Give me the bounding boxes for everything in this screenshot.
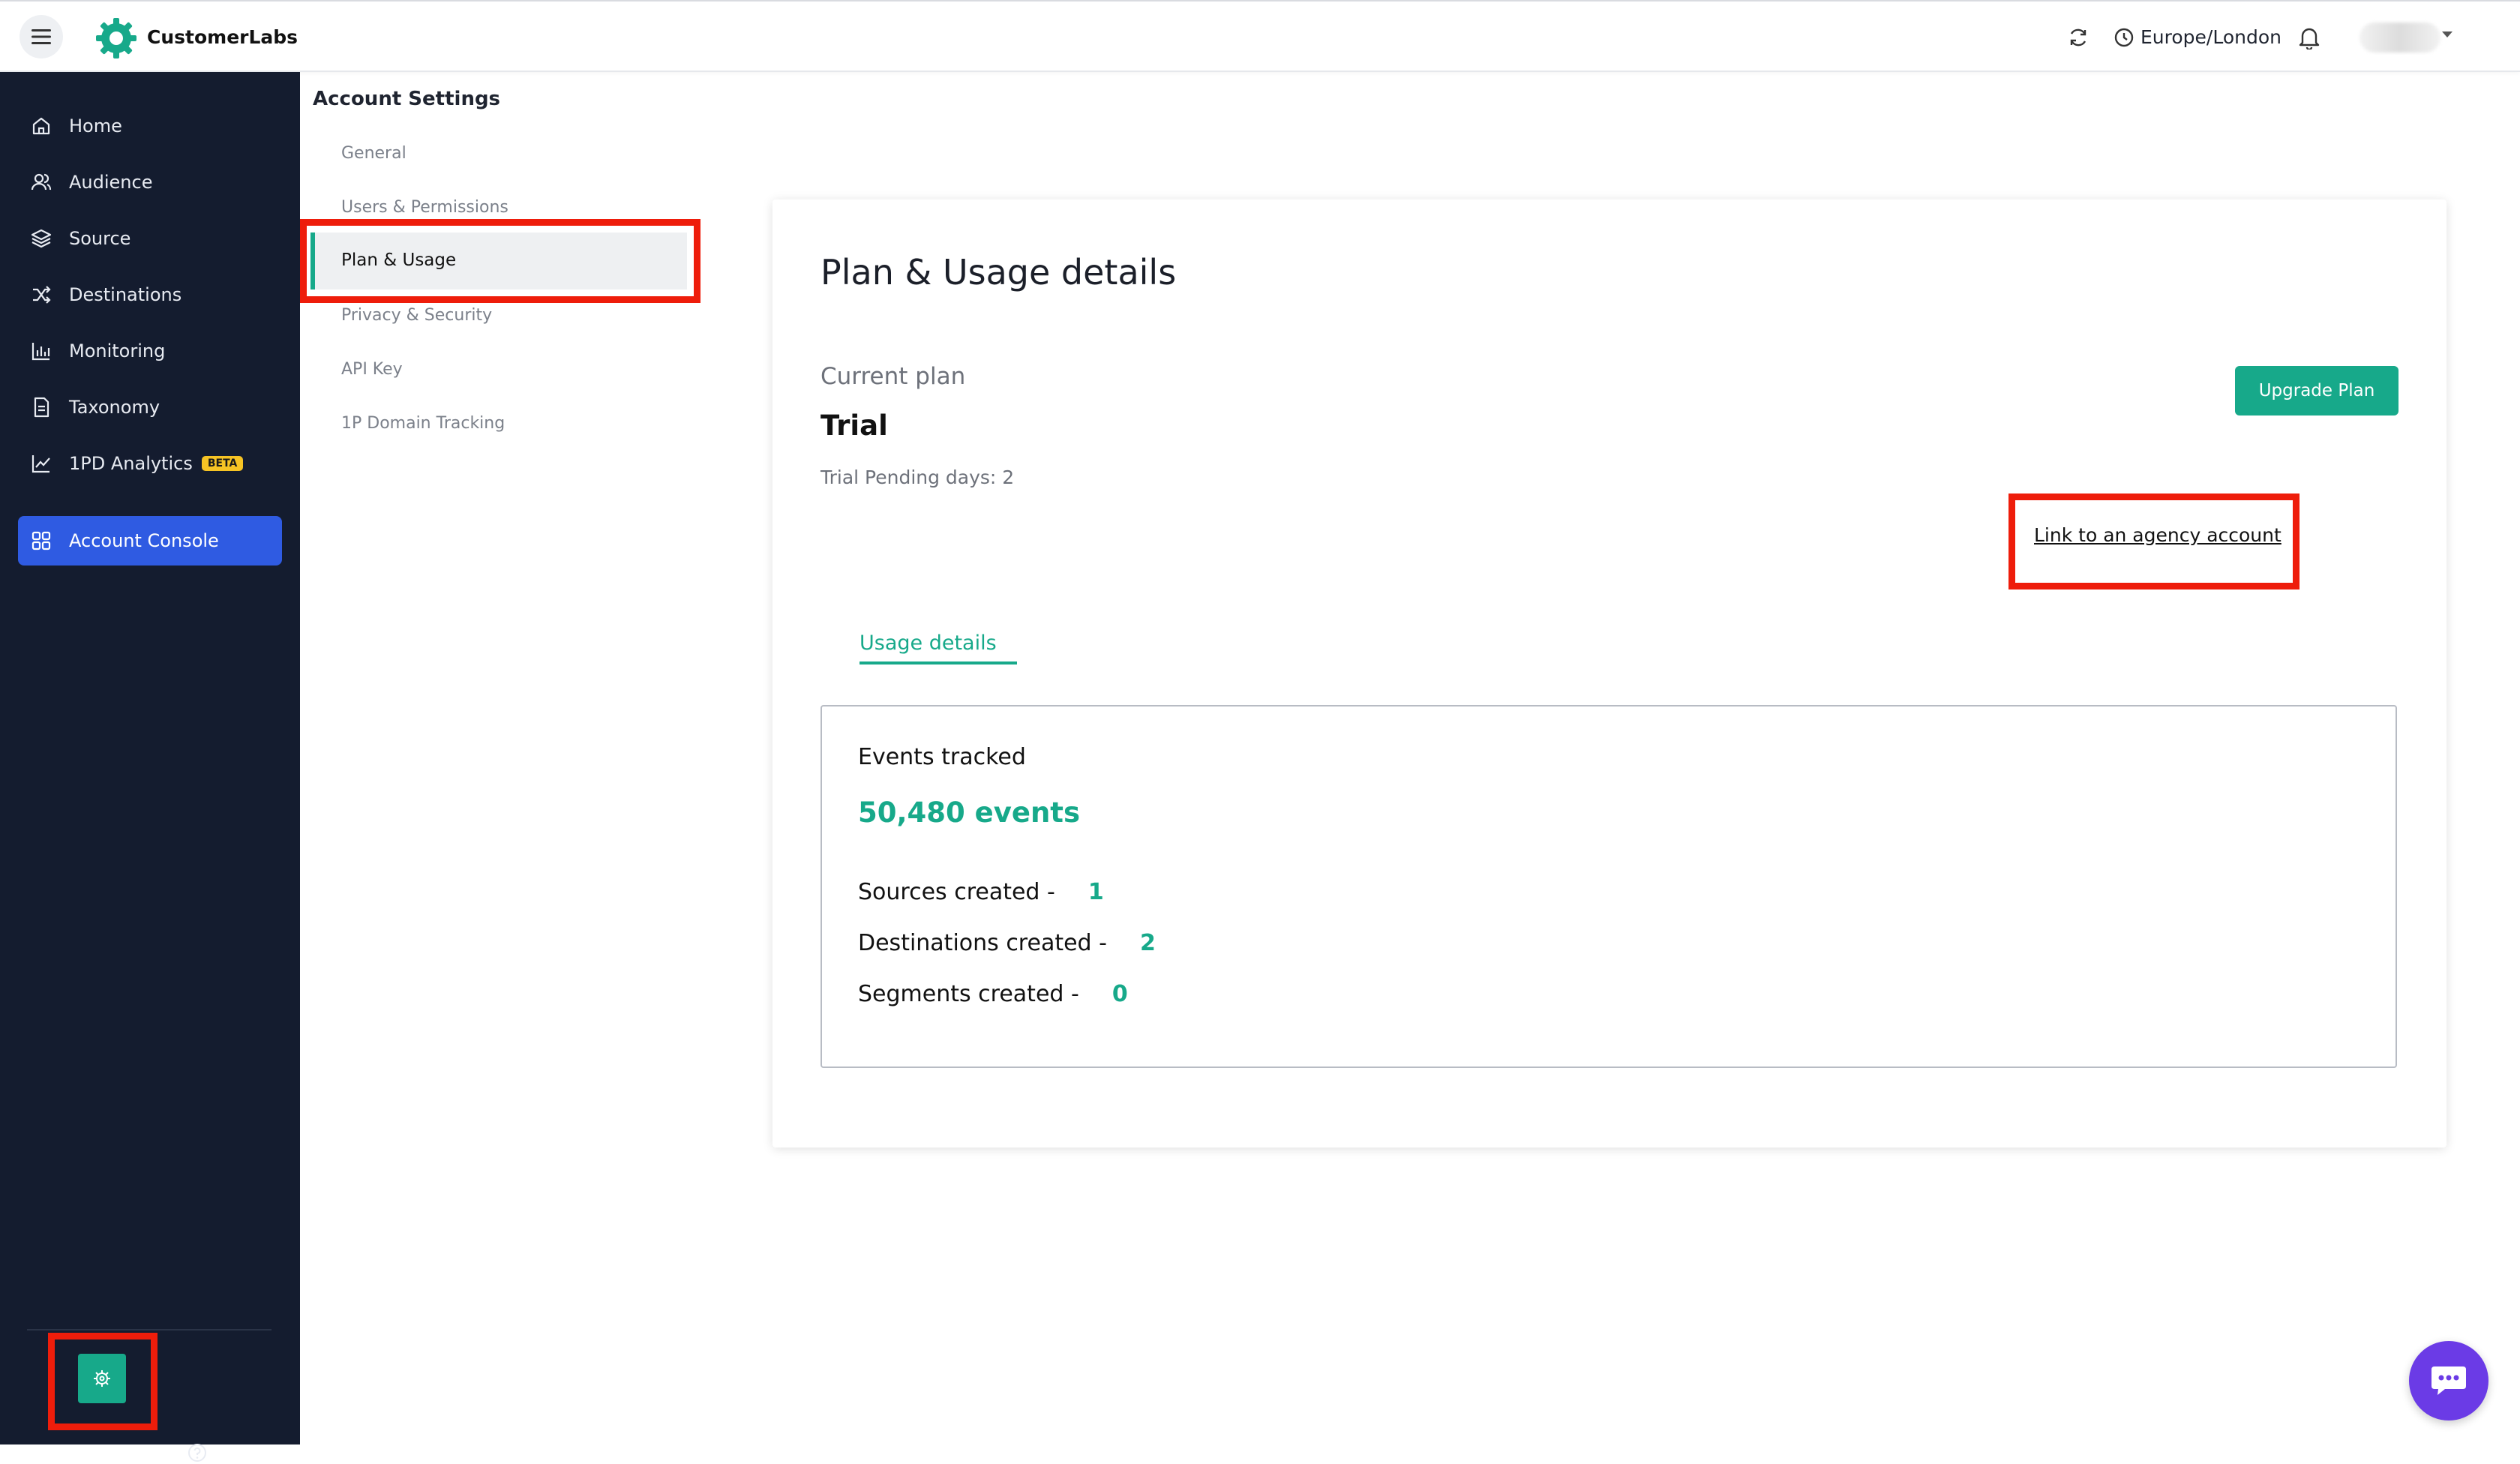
destinations-created-value: 2 [1139, 930, 1156, 956]
segments-created-value: 0 [1112, 981, 1128, 1007]
refresh-icon[interactable] [2067, 26, 2090, 49]
timezone-selector[interactable]: Europe/London [2140, 26, 2282, 48]
clock-icon [2114, 28, 2134, 47]
sidebar: Home Audience Source Destinations Monito… [0, 72, 300, 1462]
plan-name: Trial [820, 410, 888, 442]
sources-created-value: 1 [1088, 879, 1104, 905]
settings-title: Account Settings [313, 88, 501, 110]
settings-item-1p-domain-tracking[interactable]: 1P Domain Tracking [341, 414, 505, 433]
sidebar-item-label: Home [69, 116, 122, 136]
segments-created-label: Segments created - [858, 981, 1079, 1007]
sidebar-item-label: Account Console [69, 530, 219, 551]
settings-item-privacy-security[interactable]: Privacy & Security [341, 306, 492, 325]
settings-item-label: Plan & Usage [341, 250, 457, 270]
sidebar-item-label: Taxonomy [69, 397, 160, 418]
top-header: CustomerLabs Europe/London [0, 0, 2520, 72]
sidebar-item-label: 1PD Analytics [69, 453, 193, 474]
bar-chart-icon [32, 343, 50, 361]
sidebar-item-label: Destinations [69, 284, 182, 305]
settings-button[interactable] [78, 1354, 126, 1403]
plan-usage-card: Plan & Usage details Current plan Trial … [772, 200, 2446, 1148]
sidebar-item-label: Audience [69, 172, 153, 193]
segments-created-row: Segments created - 0 [858, 981, 1128, 1007]
document-icon [34, 397, 50, 418]
page-title: Plan & Usage details [820, 252, 1177, 292]
layers-icon [31, 229, 52, 248]
sidebar-item-label: Source [69, 228, 131, 249]
users-icon [31, 173, 52, 190]
trial-pending-days: Trial Pending days: 2 [820, 466, 1015, 488]
destinations-created-label: Destinations created - [858, 930, 1107, 956]
settings-item-general[interactable]: General [341, 144, 406, 163]
destinations-created-row: Destinations created - 2 [858, 930, 1156, 956]
events-tracked-label: Events tracked [858, 744, 1026, 770]
sidebar-item-source[interactable]: Source [18, 214, 282, 262]
link-agency-account-link[interactable]: Link to an agency account [2034, 524, 2282, 546]
shuffle-icon [33, 286, 51, 304]
settings-item-api-key[interactable]: API Key [341, 360, 403, 379]
chevron-down-icon[interactable] [2442, 32, 2452, 38]
tab-usage-details[interactable]: Usage details [860, 632, 997, 655]
trend-icon [32, 455, 50, 473]
events-tracked-value: 50,480 events [858, 796, 1081, 829]
sidebar-item-monitoring[interactable]: Monitoring [18, 327, 282, 375]
hamburger-icon [32, 29, 51, 44]
user-menu[interactable] [2360, 22, 2440, 52]
sidebar-item-audience[interactable]: Audience [18, 158, 282, 206]
sidebar-divider [27, 1329, 272, 1330]
sidebar-item-account-console[interactable]: Account Console [18, 516, 282, 566]
sidebar-item-label: Monitoring [69, 340, 166, 362]
sidebar-item-taxonomy[interactable]: Taxonomy [18, 383, 282, 431]
upgrade-plan-button[interactable]: Upgrade Plan [2235, 366, 2398, 416]
bell-icon[interactable] [2298, 26, 2320, 50]
sidebar-item-destinations[interactable]: Destinations [18, 271, 282, 319]
current-plan-label: Current plan [820, 363, 966, 390]
home-icon [32, 117, 50, 135]
sidebar-item-home[interactable]: Home [18, 102, 282, 150]
brand-name: CustomerLabs [147, 26, 298, 48]
settings-item-plan-usage[interactable]: Plan & Usage [310, 232, 687, 290]
usage-stats-box: Events tracked 50,480 events Sources cre… [820, 705, 2397, 1068]
settings-item-users-permissions[interactable]: Users & Permissions [341, 198, 508, 217]
beta-badge: BETA [201, 456, 244, 471]
help-icon[interactable] [186, 1442, 208, 1464]
sources-created-row: Sources created - 1 [858, 879, 1104, 905]
gear-icon [94, 1370, 110, 1387]
chat-widget-button[interactable] [2409, 1341, 2488, 1420]
sidebar-item-1pd-analytics[interactable]: 1PD Analytics BETA [18, 440, 282, 488]
grid-icon [32, 531, 51, 550]
chat-icon [2432, 1366, 2466, 1395]
sources-created-label: Sources created - [858, 879, 1055, 905]
customerlabs-logo-icon[interactable] [94, 16, 138, 60]
menu-toggle-button[interactable] [20, 15, 63, 58]
tab-active-indicator [860, 662, 1017, 664]
